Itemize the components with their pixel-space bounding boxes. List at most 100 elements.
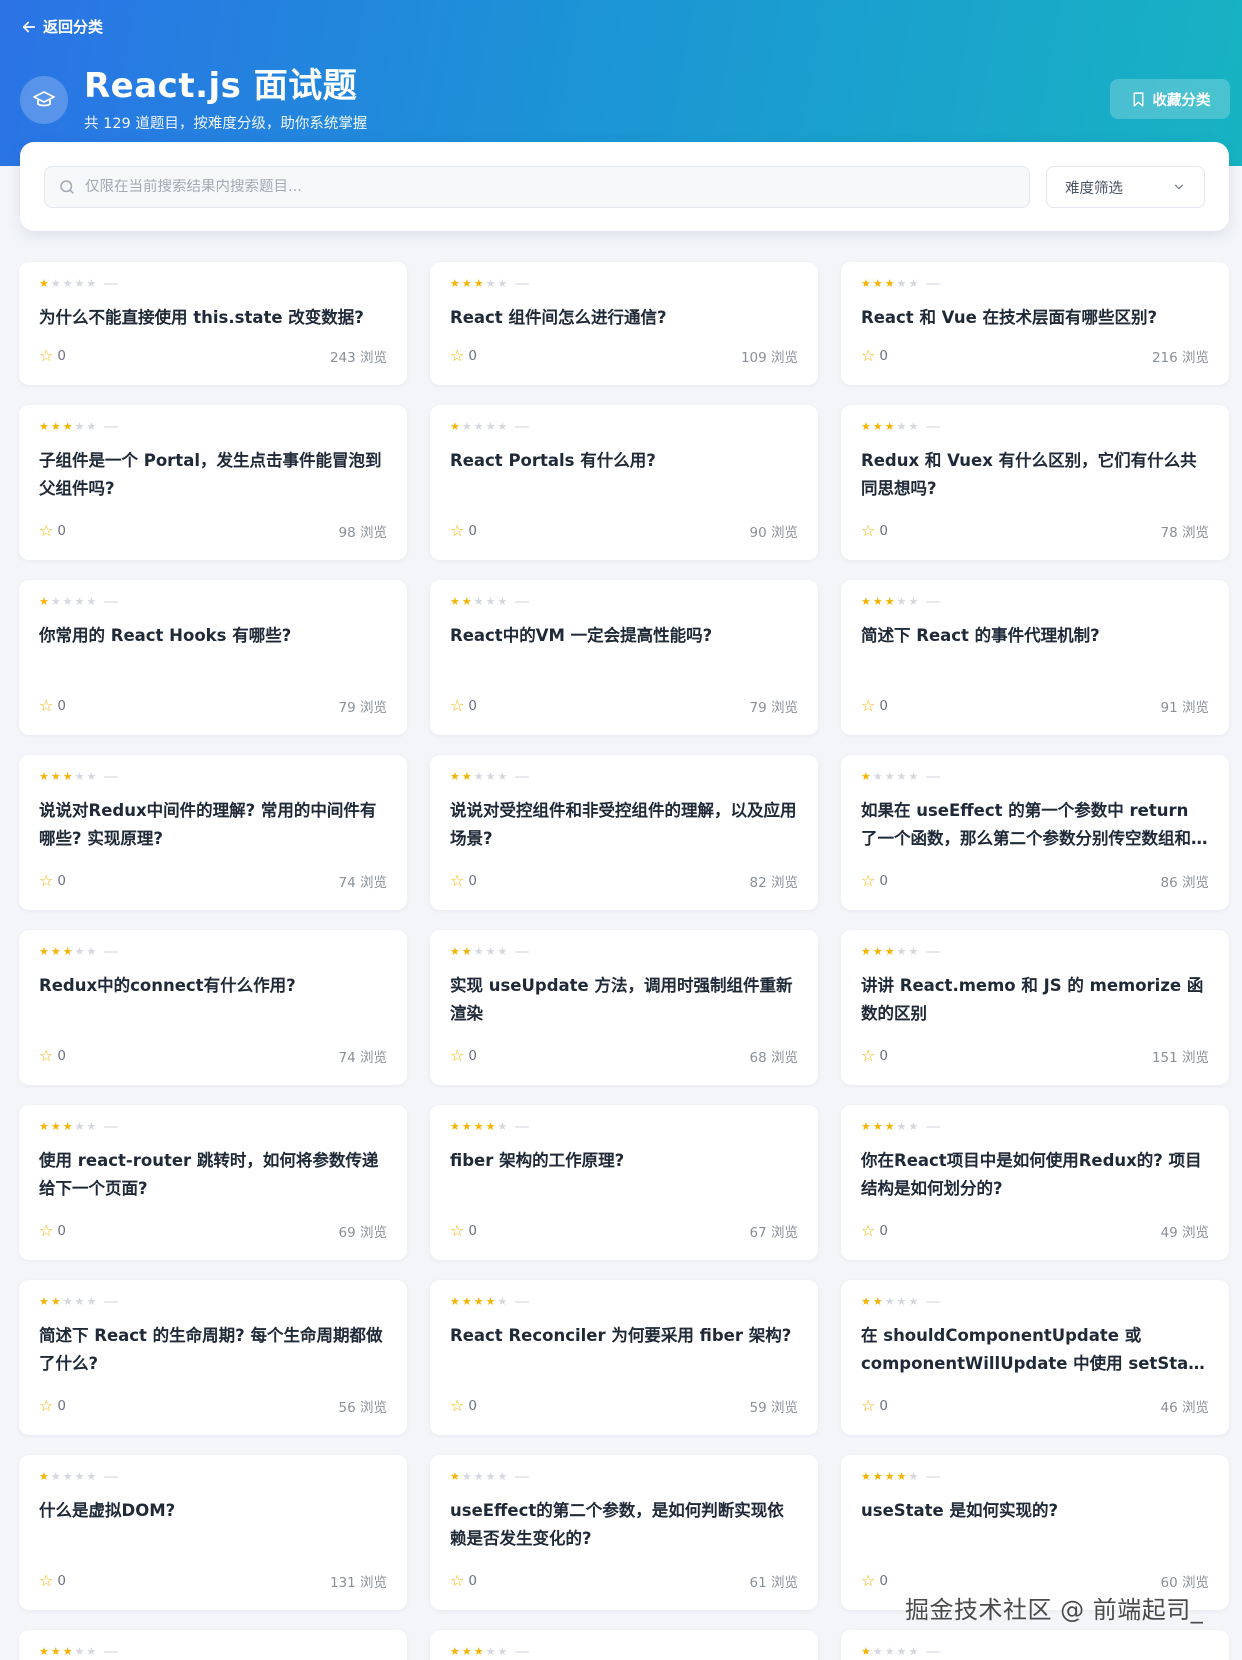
question-title[interactable]: 使用 react-router 跳转时，如何将参数传递给下一个页面? — [39, 1147, 387, 1203]
star-icon: ★ — [485, 945, 496, 958]
question-card[interactable]: ★ ★ ★ ★ ★ — [841, 1630, 1229, 1660]
like-button[interactable]: ☆ 0 — [861, 523, 888, 540]
question-title[interactable]: 如果在 useEffect 的第一个参数中 return 了一个函数，那么第二个… — [861, 797, 1209, 853]
back-link[interactable]: 返回分类 — [20, 16, 103, 37]
question-card[interactable]: ★ ★ ★ ★ ★ 说说对Redux中间件的理解? 常用的中间件有哪些? 实现原理? ☆ 0 7… — [19, 755, 407, 910]
question-title[interactable]: Redux中的connect有什么作用? — [39, 972, 387, 1000]
like-button[interactable]: ☆ 0 — [450, 698, 477, 715]
question-title[interactable]: 简述下 React 的生命周期? 每个生命周期都做了什么? — [39, 1322, 387, 1378]
question-title[interactable]: 你在React项目中是如何使用Redux的? 项目结构是如何划分的? — [861, 1147, 1209, 1203]
question-card[interactable]: ★ ★ ★ ★ ★ 你在React项目中是如何使用Redux的? 项目结构是如何划分的? ☆… — [841, 1105, 1229, 1260]
question-card[interactable]: ★ ★ ★ ★ ★ 为什么不能直接使用 this.state 改变数据? ☆ 0 243 浏览 — [19, 262, 407, 385]
question-card[interactable]: ★ ★ ★ ★ ★ React 组件间怎么进行通信? ☆ 0 109 浏览 — [430, 262, 818, 385]
star-icon: ★ — [74, 420, 85, 433]
question-card[interactable]: ★ ★ ★ ★ ★ React Reconciler 为何要采用 fiber 架构? ☆ 0 5… — [430, 1280, 818, 1435]
question-title[interactable]: React 组件间怎么进行通信? — [450, 304, 798, 332]
like-button[interactable]: ☆ 0 — [39, 1573, 66, 1590]
favorite-category-button[interactable]: 收藏分类 — [1110, 79, 1230, 119]
like-button[interactable]: ☆ 0 — [39, 873, 66, 890]
question-card[interactable]: ★ ★ ★ ★ ★ useState 是如何实现的? ☆ 0 60 浏览 — [841, 1455, 1229, 1610]
like-button[interactable]: ☆ 0 — [861, 1398, 888, 1415]
question-card[interactable]: ★ ★ ★ ★ ★ fiber 架构的工作原理? ☆ 0 67 浏览 — [430, 1105, 818, 1260]
divider — [104, 1301, 119, 1303]
search-input[interactable] — [85, 179, 985, 195]
question-card[interactable]: ★ ★ ★ ★ ★ React中的VM 一定会提高性能吗? ☆ 0 79 浏览 — [430, 580, 818, 735]
question-title[interactable]: React Reconciler 为何要采用 fiber 架构? — [450, 1322, 798, 1350]
search-box[interactable] — [44, 166, 1030, 208]
question-card[interactable]: ★ ★ ★ ★ ★ — [19, 1630, 407, 1660]
question-card[interactable]: ★ ★ ★ ★ ★ 子组件是一个 Portal，发生点击事件能冒泡到父组件吗? ☆ 0 98 浏… — [19, 405, 407, 560]
star-icon: ★ — [50, 945, 61, 958]
star-icon: ★ — [896, 595, 907, 608]
like-button[interactable]: ☆ 0 — [39, 1398, 66, 1415]
question-title[interactable]: 说说对受控组件和非受控组件的理解，以及应用场景? — [450, 797, 798, 853]
question-card[interactable]: ★ ★ ★ ★ ★ 什么是虚拟DOM? ☆ 0 131 浏览 — [19, 1455, 407, 1610]
question-title[interactable]: Redux 和 Vuex 有什么区别，它们有什么共同思想吗? — [861, 447, 1209, 503]
star-icon: ★ — [884, 1120, 895, 1133]
question-card[interactable]: ★ ★ ★ ★ ★ 讲讲 React.memo 和 JS 的 memorize 函数的区别… — [841, 930, 1229, 1085]
star-icon: ★ — [461, 1645, 472, 1658]
question-title[interactable]: React Portals 有什么用? — [450, 447, 798, 475]
question-card[interactable]: ★ ★ ★ ★ ★ React 和 Vue 在技术层面有哪些区别? ☆ 0 216 浏览 — [841, 262, 1229, 385]
like-button[interactable]: ☆ 0 — [450, 1573, 477, 1590]
like-button[interactable]: ☆ 0 — [39, 523, 66, 540]
question-title[interactable]: useState 是如何实现的? — [861, 1497, 1209, 1525]
like-button[interactable]: ☆ 0 — [39, 348, 66, 365]
difficulty-stars: ★ ★ ★ ★ ★ — [861, 1471, 1209, 1483]
like-button[interactable]: ☆ 0 — [450, 873, 477, 890]
difficulty-filter-select[interactable]: 难度筛选 — [1046, 166, 1205, 208]
question-card[interactable]: ★ ★ ★ ★ ★ 使用 react-router 跳转时，如何将参数传递给下一个页面? ☆… — [19, 1105, 407, 1260]
like-button[interactable]: ☆ 0 — [450, 1398, 477, 1415]
question-card[interactable]: ★ ★ ★ ★ ★ 简述下 React 的生命周期? 每个生命周期都做了什么? ☆ 0 56 浏… — [19, 1280, 407, 1435]
question-card[interactable]: ★ ★ ★ ★ ★ useEffect的第二个参数，是如何判断实现依赖是否发生变化的? ☆ 0… — [430, 1455, 818, 1610]
question-card[interactable]: ★ ★ ★ ★ ★ 简述下 React 的事件代理机制? ☆ 0 91 浏览 — [841, 580, 1229, 735]
difficulty-stars: ★ ★ ★ ★ ★ — [39, 1646, 387, 1658]
star-outline-icon: ☆ — [39, 1046, 54, 1065]
question-title[interactable]: 讲讲 React.memo 和 JS 的 memorize 函数的区别 — [861, 972, 1209, 1028]
question-title[interactable]: 实现 useUpdate 方法，调用时强制组件重新渲染 — [450, 972, 798, 1028]
like-button[interactable]: ☆ 0 — [861, 873, 888, 890]
question-card[interactable]: ★ ★ ★ ★ ★ Redux中的connect有什么作用? ☆ 0 74 浏览 — [19, 930, 407, 1085]
card-footer: ☆ 0 59 浏览 — [450, 1397, 798, 1417]
question-title[interactable]: 简述下 React 的事件代理机制? — [861, 622, 1209, 650]
question-card[interactable]: ★ ★ ★ ★ ★ 实现 useUpdate 方法，调用时强制组件重新渲染 ☆ 0 68 浏览 — [430, 930, 818, 1085]
question-card[interactable]: ★ ★ ★ ★ ★ 说说对受控组件和非受控组件的理解，以及应用场景? ☆ 0 82 浏览 — [430, 755, 818, 910]
question-card[interactable]: ★ ★ ★ ★ ★ 如果在 useEffect 的第一个参数中 return 了一个函数，… — [841, 755, 1229, 910]
question-title[interactable]: 说说对Redux中间件的理解? 常用的中间件有哪些? 实现原理? — [39, 797, 387, 853]
like-button[interactable]: ☆ 0 — [39, 1223, 66, 1240]
card-footer: ☆ 0 82 浏览 — [450, 872, 798, 892]
like-button[interactable]: ☆ 0 — [450, 1223, 477, 1240]
divider — [104, 1476, 119, 1478]
star-icon: ★ — [62, 945, 73, 958]
like-button[interactable]: ☆ 0 — [450, 523, 477, 540]
star-icon: ★ — [908, 595, 919, 608]
like-button[interactable]: ☆ 0 — [861, 698, 888, 715]
like-button[interactable]: ☆ 0 — [450, 348, 477, 365]
question-title[interactable]: React 和 Vue 在技术层面有哪些区别? — [861, 304, 1209, 332]
question-title[interactable]: useEffect的第二个参数，是如何判断实现依赖是否发生变化的? — [450, 1497, 798, 1553]
question-title[interactable]: fiber 架构的工作原理? — [450, 1147, 798, 1175]
star-icon: ★ — [450, 595, 460, 608]
question-title[interactable]: 为什么不能直接使用 this.state 改变数据? — [39, 304, 387, 332]
like-button[interactable]: ☆ 0 — [861, 1223, 888, 1240]
question-title[interactable]: React中的VM 一定会提高性能吗? — [450, 622, 798, 650]
like-button[interactable]: ☆ 0 — [39, 1046, 66, 1065]
question-card[interactable]: ★ ★ ★ ★ ★ Redux 和 Vuex 有什么区别，它们有什么共同思想吗? ☆ 0 78 … — [841, 405, 1229, 560]
question-title[interactable]: 子组件是一个 Portal，发生点击事件能冒泡到父组件吗? — [39, 447, 387, 503]
like-button[interactable]: ☆ 0 — [450, 1048, 477, 1065]
star-icon: ★ — [62, 1470, 73, 1483]
question-title[interactable]: 什么是虚拟DOM? — [39, 1497, 387, 1525]
question-card[interactable]: ★ ★ ★ ★ ★ 你常用的 React Hooks 有哪些? ☆ 0 79 浏览 — [19, 580, 407, 735]
like-button[interactable]: ☆ 0 — [861, 1048, 888, 1065]
like-button[interactable]: ☆ 0 — [39, 698, 66, 715]
view-count: 74 浏览 — [338, 1050, 387, 1066]
back-label: 返回分类 — [43, 18, 104, 36]
question-title[interactable]: 你常用的 React Hooks 有哪些? — [39, 622, 387, 650]
question-card[interactable]: ★ ★ ★ ★ ★ — [430, 1630, 818, 1660]
like-button[interactable]: ☆ 0 — [861, 348, 888, 365]
question-card[interactable]: ★ ★ ★ ★ ★ 在 shouldComponentUpdate 或 component… — [841, 1280, 1229, 1435]
question-title[interactable]: 在 shouldComponentUpdate 或 componentWillU… — [861, 1322, 1209, 1378]
divider — [515, 951, 530, 953]
question-card[interactable]: ★ ★ ★ ★ ★ React Portals 有什么用? ☆ 0 90 浏览 — [430, 405, 818, 560]
like-button[interactable]: ☆ 0 — [861, 1573, 888, 1590]
